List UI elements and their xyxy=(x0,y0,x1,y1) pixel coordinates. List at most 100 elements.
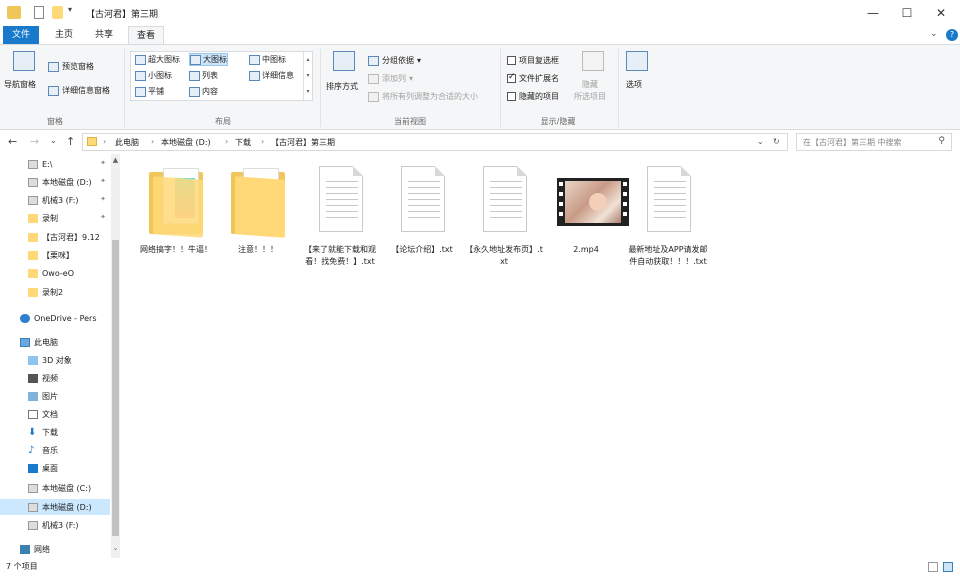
hidden-items-toggle[interactable]: 隐藏的项目 xyxy=(507,91,559,102)
forward-button[interactable]: → xyxy=(30,135,39,148)
recent-locations-button[interactable]: ⌄ xyxy=(50,136,57,145)
up-button[interactable]: ↑ xyxy=(66,135,75,148)
sidebar-item-videos[interactable]: 视频 xyxy=(0,370,110,386)
sidebar-item-drive-e[interactable]: E:\ ✦ xyxy=(0,156,110,172)
details-view-toggle[interactable] xyxy=(928,562,938,572)
hidden-items-checkbox[interactable] xyxy=(507,92,516,101)
maximize-button[interactable]: ☐ xyxy=(890,0,924,26)
search-icon[interactable]: ⚲ xyxy=(938,136,945,146)
sidebar-item-label: OneDrive - Pers xyxy=(34,313,97,323)
file-name: 注意！！！ xyxy=(238,245,278,254)
options-button[interactable]: 选项 xyxy=(622,51,654,101)
collapse-ribbon-icon[interactable]: ⌄ xyxy=(930,29,938,39)
breadcrumb-drive-d[interactable]: 本地磁盘 (D:) xyxy=(161,137,211,148)
text-file-icon xyxy=(477,166,531,236)
scroll-down-icon[interactable]: ⌄ xyxy=(111,544,120,553)
sidebar-item-label: 机械3 (F:) xyxy=(42,520,79,530)
sidebar-item-pictures[interactable]: 图片 xyxy=(0,388,110,404)
sidebar-item-label: 下载 xyxy=(42,427,58,437)
sidebar-item-label: 音乐 xyxy=(42,445,58,455)
sidebar-item-3d-objects[interactable]: 3D 对象 xyxy=(0,352,110,368)
tab-share[interactable]: 共享 xyxy=(88,26,120,44)
sidebar-item-downloads[interactable]: ⬇ 下载 xyxy=(0,424,110,440)
layout-item-label: 平铺 xyxy=(148,87,164,96)
sidebar-scrollbar[interactable]: ▲ ⌄ xyxy=(111,154,120,558)
sidebar-item-folder[interactable]: Owo-eO xyxy=(0,265,110,281)
sidebar-item-drive-c[interactable]: 本地磁盘 (C:) xyxy=(0,480,110,496)
details-pane-button[interactable]: 详细信息窗格 xyxy=(48,85,110,96)
nav-pane-button[interactable]: 导航窗格 xyxy=(4,51,44,101)
sidebar-item-this-pc[interactable]: 此电脑 xyxy=(0,334,110,350)
breadcrumb-current-folder[interactable]: 【古河君】第三期 xyxy=(271,137,335,148)
minimize-button[interactable]: — xyxy=(856,0,890,26)
help-icon[interactable]: ? xyxy=(946,29,958,41)
item-checkboxes-checkbox[interactable] xyxy=(507,56,516,65)
address-bar[interactable]: › 此电脑 › 本地磁盘 (D:) › 下载 › 【古河君】第三期 ⌄ ↻ xyxy=(82,133,788,151)
sidebar-item-drive-d[interactable]: 本地磁盘 (D:) ✦ xyxy=(0,174,110,190)
layout-gallery-scroll[interactable]: ▴ ▾ ▾ xyxy=(303,52,312,100)
new-folder-icon[interactable] xyxy=(52,6,63,19)
sidebar-item-drive-f2[interactable]: 机械3 (F:) xyxy=(0,517,110,533)
nav-pane-icon xyxy=(13,51,35,71)
layout-details[interactable]: 详细信息 xyxy=(249,70,294,81)
scrollbar-thumb[interactable] xyxy=(112,240,119,536)
large-icons-view-toggle[interactable] xyxy=(943,562,953,572)
sidebar-item-label: 图片 xyxy=(42,391,58,401)
fit-columns-label: 将所有列调整为合适的大小 xyxy=(382,92,478,101)
sidebar-item-network[interactable]: 网络 xyxy=(0,541,110,557)
sidebar-item-onedrive[interactable]: OneDrive - Pers xyxy=(0,310,110,326)
tab-file[interactable]: 文件 xyxy=(3,26,39,44)
breadcrumb-separator: › xyxy=(151,137,155,146)
sidebar-item-documents[interactable]: 文档 xyxy=(0,406,110,422)
breadcrumb-this-pc[interactable]: 此电脑 xyxy=(115,137,139,148)
layout-large-icons[interactable]: 大图标 xyxy=(189,53,228,66)
sidebar-item-drive-f[interactable]: 机械3 (F:) ✦ xyxy=(0,192,110,208)
scroll-up-icon[interactable]: ▲ xyxy=(111,156,120,165)
sidebar-item-music[interactable]: ♪ 音乐 xyxy=(0,442,110,458)
tab-view[interactable]: 查看 xyxy=(128,26,164,44)
layout-tiles[interactable]: 平铺 xyxy=(135,86,164,97)
layout-content[interactable]: 内容 xyxy=(189,86,218,97)
file-extensions-label: 文件扩展名 xyxy=(519,74,559,83)
folder-icon xyxy=(87,137,97,146)
sidebar-item-recording[interactable]: 录制 ✦ xyxy=(0,210,110,226)
sidebar-item-folder[interactable]: 【古河君】9.12 xyxy=(0,229,110,245)
folder-icon xyxy=(28,268,38,278)
sort-by-button[interactable]: 排序方式 xyxy=(324,51,364,101)
back-button[interactable]: ← xyxy=(8,135,17,148)
quick-access-dropdown-icon[interactable]: ▾ xyxy=(68,5,82,18)
item-checkboxes-toggle[interactable]: 项目复选框 xyxy=(507,55,559,66)
sidebar-item-label: 【古河君】9.12 xyxy=(42,232,100,242)
search-input[interactable]: 在【古河君】第三期 中搜索 xyxy=(803,137,902,148)
breadcrumb-downloads[interactable]: 下载 xyxy=(235,137,251,148)
layout-extra-large-icons[interactable]: 超大图标 xyxy=(135,54,180,65)
sidebar-item-drive-d-selected[interactable]: 本地磁盘 (D:) xyxy=(0,499,110,515)
hide-selected-button[interactable]: 隐藏 所选项目 xyxy=(574,51,614,107)
layout-list[interactable]: 列表 xyxy=(189,70,218,81)
hide-selected-label-line2: 所选项目 xyxy=(574,92,606,101)
group-by-button[interactable]: 分组依据 ▾ xyxy=(368,55,421,66)
search-box[interactable]: 在【古河君】第三期 中搜索 ⚲ xyxy=(796,133,952,151)
sidebar-item-label: 【栗咪】 xyxy=(42,250,74,260)
close-icon: ✕ xyxy=(935,6,947,20)
sidebar-item-desktop[interactable]: 桌面 xyxy=(0,460,110,476)
sidebar-item-folder[interactable]: 【栗咪】 xyxy=(0,247,110,263)
close-button[interactable]: ✕ xyxy=(924,0,958,26)
file-extensions-checkbox[interactable] xyxy=(507,72,516,83)
preview-pane-button[interactable]: 预览窗格 xyxy=(48,61,94,72)
refresh-icon[interactable]: ↻ xyxy=(773,137,780,146)
fit-columns-button[interactable]: 将所有列调整为合适的大小 xyxy=(368,91,478,102)
file-extensions-toggle[interactable]: 文件扩展名 xyxy=(507,72,559,84)
small-icons-icon xyxy=(135,70,146,81)
cloud-icon xyxy=(20,313,30,323)
item-count: 7 个项目 xyxy=(6,562,38,571)
tab-home[interactable]: 主页 xyxy=(48,26,80,44)
sidebar-item-label: 机械3 (F:) xyxy=(42,195,79,205)
properties-icon[interactable] xyxy=(34,6,44,19)
layout-medium-icons[interactable]: 中图标 xyxy=(249,54,286,65)
content-icon xyxy=(189,86,200,97)
add-columns-button[interactable]: 添加列 ▾ xyxy=(368,73,413,84)
address-dropdown-button[interactable]: ⌄ xyxy=(757,137,764,146)
sidebar-item-recording2[interactable]: 录制2 xyxy=(0,284,110,300)
layout-small-icons[interactable]: 小图标 xyxy=(135,70,172,81)
